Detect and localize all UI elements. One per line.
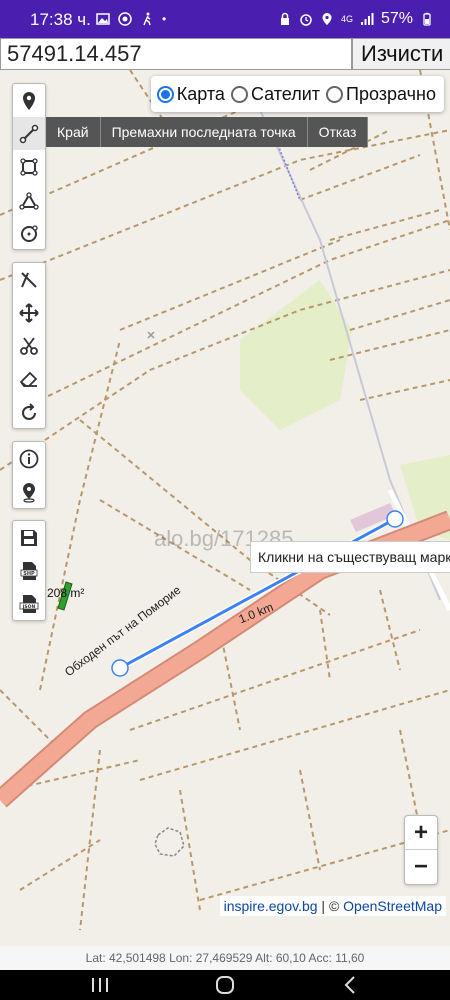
- location-icon: [322, 13, 332, 25]
- walking-icon: [143, 12, 151, 26]
- file-toolbar: SHP JSON: [12, 520, 46, 621]
- parcel-borders: [0, 70, 450, 931]
- status-left-icons: •: [96, 12, 166, 26]
- radio-transparent[interactable]: [326, 85, 344, 103]
- layer-label-map: Карта: [176, 83, 225, 104]
- back-icon: [344, 976, 355, 994]
- status-time: 17:38 ч.: [30, 10, 91, 29]
- marker-icon: [23, 91, 35, 110]
- path-icon: [19, 191, 39, 210]
- svg-text:SHP: SHP: [23, 571, 35, 577]
- recent-apps-icon: [92, 978, 108, 992]
- eraser-icon: [19, 371, 38, 387]
- save-tool[interactable]: [13, 521, 45, 554]
- finish-button[interactable]: Край: [46, 117, 101, 147]
- save-icon: [21, 529, 37, 546]
- rectangle-tool[interactable]: [13, 150, 45, 183]
- move-icon: [19, 302, 39, 323]
- path-tool[interactable]: [13, 183, 45, 216]
- measure-end-vertex[interactable]: [386, 510, 404, 528]
- zoom-in-button[interactable]: +: [405, 816, 437, 850]
- map-canvas: [0, 70, 450, 931]
- battery-percent: 57%: [380, 10, 413, 27]
- crosshair-mark: [147, 331, 155, 339]
- polygon-icon: [20, 157, 38, 176]
- info-tool[interactable]: [13, 442, 45, 475]
- draw-toolbar: [12, 83, 46, 250]
- top-bar: Изчисти: [0, 38, 450, 70]
- image-icon: [96, 13, 110, 25]
- status-right-icons: 4G 57%: [278, 10, 434, 28]
- location-tool[interactable]: [13, 475, 45, 508]
- layer-switcher: Карта Сателит Прозрачно: [150, 76, 444, 112]
- json-export-tool[interactable]: JSON: [13, 587, 45, 620]
- location-pin-icon: [23, 482, 35, 503]
- move-tool[interactable]: [13, 296, 45, 329]
- polyline-icon: [19, 124, 39, 143]
- area-label: 208 m²: [47, 586, 85, 600]
- info-icon: [19, 449, 39, 468]
- zoom-out-button[interactable]: −: [405, 850, 437, 884]
- info-toolbar: [12, 441, 46, 509]
- attribution-osm-link[interactable]: OpenStreetMap: [343, 898, 442, 914]
- circle-tool[interactable]: [13, 216, 45, 249]
- cancel-button[interactable]: Отказ: [307, 117, 369, 147]
- attribution-separator: | ©: [317, 898, 344, 914]
- edit-toolbar: [12, 262, 46, 429]
- home-icon: [216, 976, 234, 994]
- signal-icon: [360, 13, 374, 25]
- layer-option-transparent[interactable]: Прозрачно: [326, 84, 436, 105]
- layer-label-satellite: Сателит: [250, 83, 321, 104]
- svg-text:JSON: JSON: [22, 604, 36, 610]
- battery-icon: [423, 12, 431, 26]
- scissors-tool[interactable]: [13, 329, 45, 362]
- layer-option-satellite[interactable]: Сателит: [230, 83, 321, 105]
- draw-action-menu: Край Премахни последната точка Отказ: [46, 117, 369, 147]
- home-button[interactable]: [205, 970, 245, 1000]
- cut-tool[interactable]: [13, 263, 45, 296]
- parcel-id-input[interactable]: [0, 38, 352, 70]
- alarm-icon: [300, 14, 312, 26]
- round-feature: [154, 827, 185, 857]
- status-bar: 17:38 ч. • 4G 57%: [0, 0, 450, 38]
- clear-button[interactable]: Изчисти: [352, 38, 450, 70]
- shp-export-tool[interactable]: SHP: [13, 554, 45, 587]
- zoom-control: + −: [404, 815, 438, 885]
- map-attribution: inspire.egov.bg | © OpenStreetMap: [219, 896, 446, 916]
- cut-icon: [21, 271, 37, 288]
- network-type: 4G: [340, 14, 353, 24]
- circle-icon: [21, 224, 38, 242]
- chrome-icon: [118, 12, 132, 26]
- radio-satellite[interactable]: [230, 85, 248, 103]
- shp-export-icon: SHP: [20, 561, 38, 580]
- layer-option-map[interactable]: Карта: [156, 83, 225, 105]
- radio-map[interactable]: [156, 85, 174, 103]
- attribution-inspire-link[interactable]: inspire.egov.bg: [224, 898, 318, 914]
- measure-start-vertex[interactable]: [111, 659, 129, 677]
- remove-last-point-button[interactable]: Премахни последната точка: [100, 117, 308, 147]
- json-export-icon: JSON: [19, 594, 39, 613]
- scissors-icon: [20, 336, 38, 355]
- gps-readout: Lat: 42,501498 Lon: 27,469529 Alt: 60,10…: [0, 946, 450, 970]
- map-view[interactable]: alo.bg/171285 Обходен път на Поморие 1.0…: [0, 70, 450, 946]
- back-button[interactable]: [330, 970, 370, 1000]
- recent-apps-button[interactable]: [80, 970, 120, 1000]
- draw-tooltip: Кликни на съществуващ маркер: [250, 541, 450, 573]
- polyline-tool[interactable]: [13, 117, 45, 150]
- marker-tool[interactable]: [13, 84, 45, 117]
- dot-icon: •: [162, 12, 167, 26]
- rotate-tool[interactable]: [13, 395, 45, 428]
- lock-icon: [280, 12, 289, 25]
- navigation-bar: [0, 970, 450, 1000]
- rotate-icon: [22, 402, 36, 420]
- layer-label-transparent: Прозрачно: [346, 83, 436, 104]
- green-area: [240, 280, 352, 430]
- eraser-tool[interactable]: [13, 362, 45, 395]
